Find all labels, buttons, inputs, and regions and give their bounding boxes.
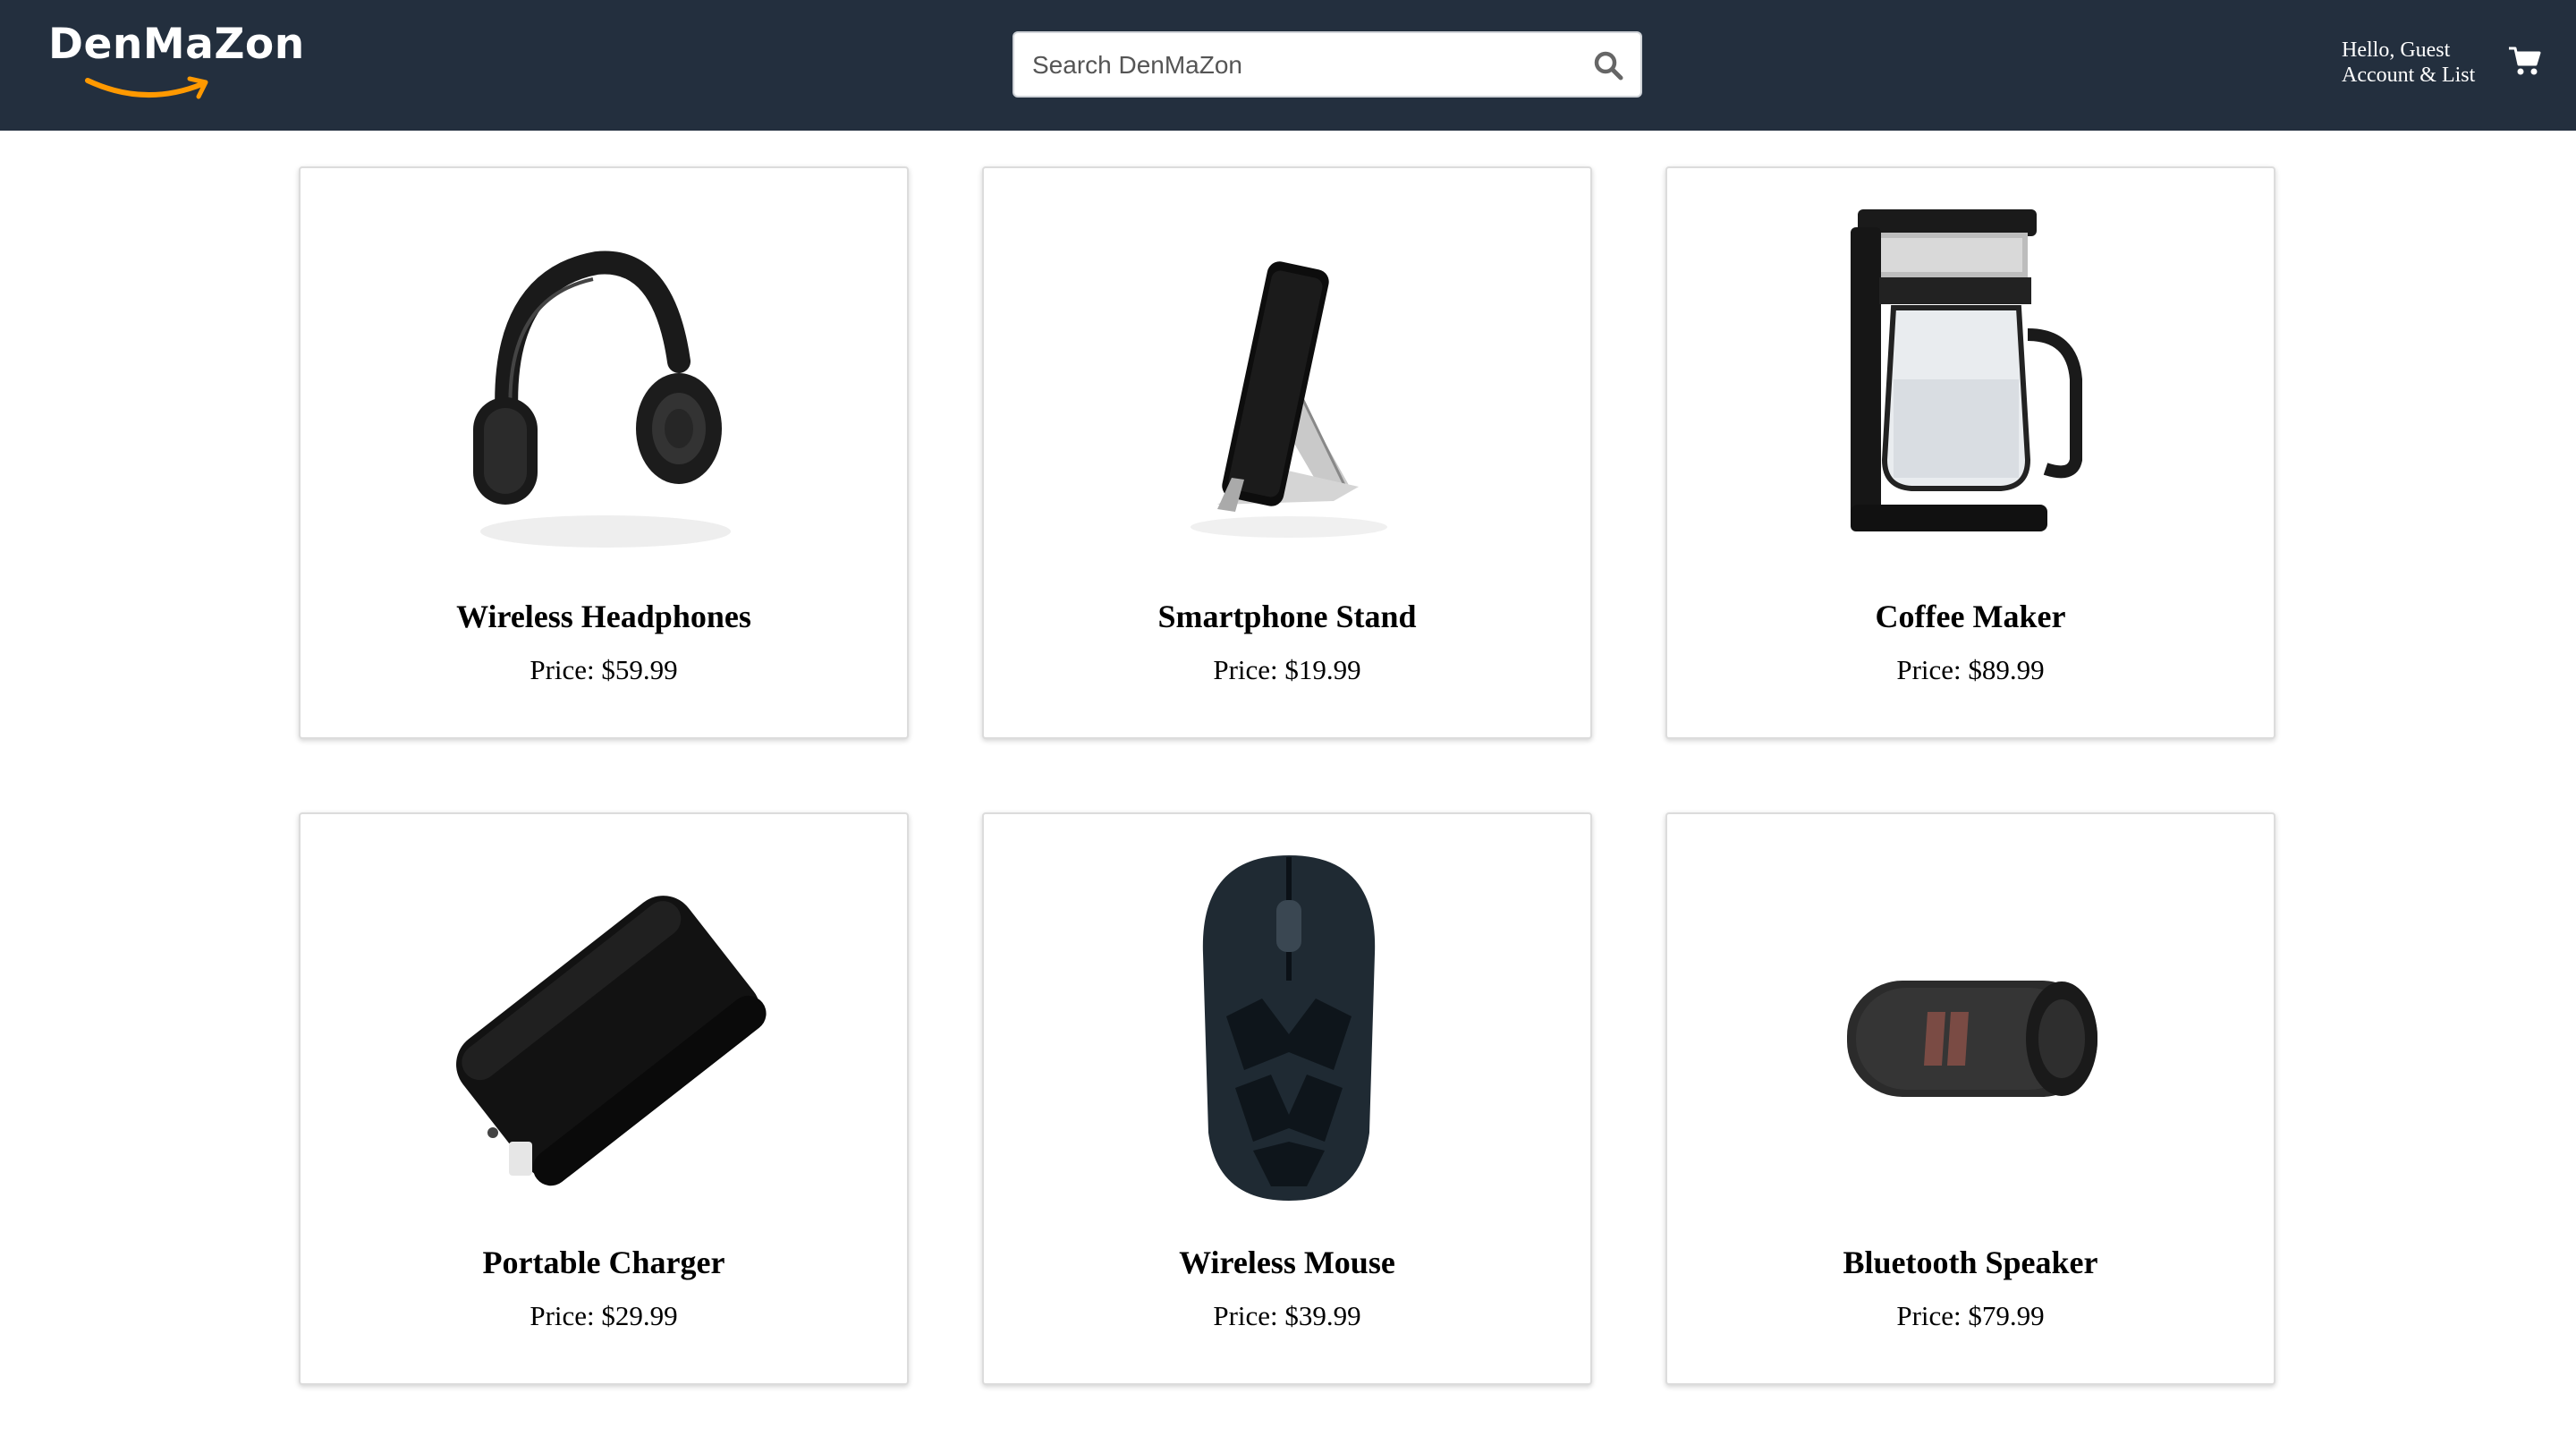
product-price: Price: $39.99 bbox=[1213, 1300, 1361, 1331]
phone-stand-icon[interactable] bbox=[1110, 200, 1468, 558]
product-name[interactable]: Portable Charger bbox=[301, 1244, 907, 1281]
product-card[interactable]: Coffee Maker Price: $89.99 bbox=[1665, 166, 2275, 739]
product-grid: Wireless Headphones Price: $59.99 Smartp… bbox=[0, 131, 2576, 1453]
product-card[interactable]: Wireless Headphones Price: $59.99 bbox=[299, 166, 909, 739]
top-navigation-bar: DenMaZon Hello, Guest Account & List bbox=[0, 0, 2576, 131]
search-input[interactable] bbox=[1030, 33, 1571, 98]
greeting-text: Hello, Guest bbox=[2342, 38, 2451, 62]
product-price: Price: $89.99 bbox=[1896, 654, 2045, 685]
product-card[interactable]: Portable Charger Price: $29.99 bbox=[299, 812, 909, 1385]
smile-arrow-icon bbox=[85, 76, 208, 99]
logo-text: DenMaZon bbox=[48, 20, 305, 69]
power-bank-icon[interactable] bbox=[427, 846, 784, 1204]
product-card[interactable]: Bluetooth Speaker Price: $79.99 bbox=[1665, 812, 2275, 1385]
product-card[interactable]: Wireless Mouse Price: $39.99 bbox=[982, 812, 1592, 1385]
shopping-cart-icon[interactable] bbox=[2508, 45, 2542, 77]
headphones-icon[interactable] bbox=[427, 200, 784, 558]
account-list-link[interactable]: Account & List bbox=[2342, 63, 2512, 88]
mouse-icon[interactable] bbox=[1110, 846, 1468, 1204]
account-menu[interactable]: Hello, Guest Account & List bbox=[2342, 38, 2512, 88]
site-logo[interactable]: DenMaZon bbox=[48, 20, 304, 109]
product-card[interactable]: Smartphone Stand Price: $19.99 bbox=[982, 166, 1592, 739]
product-price: Price: $29.99 bbox=[530, 1300, 678, 1331]
product-name[interactable]: Bluetooth Speaker bbox=[1667, 1244, 2274, 1281]
product-price: Price: $79.99 bbox=[1896, 1300, 2045, 1331]
product-name[interactable]: Wireless Headphones bbox=[301, 598, 907, 635]
product-price: Price: $59.99 bbox=[530, 654, 678, 685]
product-price: Price: $19.99 bbox=[1213, 654, 1361, 685]
product-name[interactable]: Wireless Mouse bbox=[984, 1244, 1590, 1281]
product-name[interactable]: Coffee Maker bbox=[1667, 598, 2274, 635]
coffee-maker-icon[interactable] bbox=[1793, 200, 2151, 558]
product-name[interactable]: Smartphone Stand bbox=[984, 598, 1590, 635]
search-icon[interactable] bbox=[1592, 49, 1624, 81]
speaker-icon[interactable] bbox=[1793, 846, 2151, 1204]
search-bar bbox=[1013, 31, 1642, 98]
